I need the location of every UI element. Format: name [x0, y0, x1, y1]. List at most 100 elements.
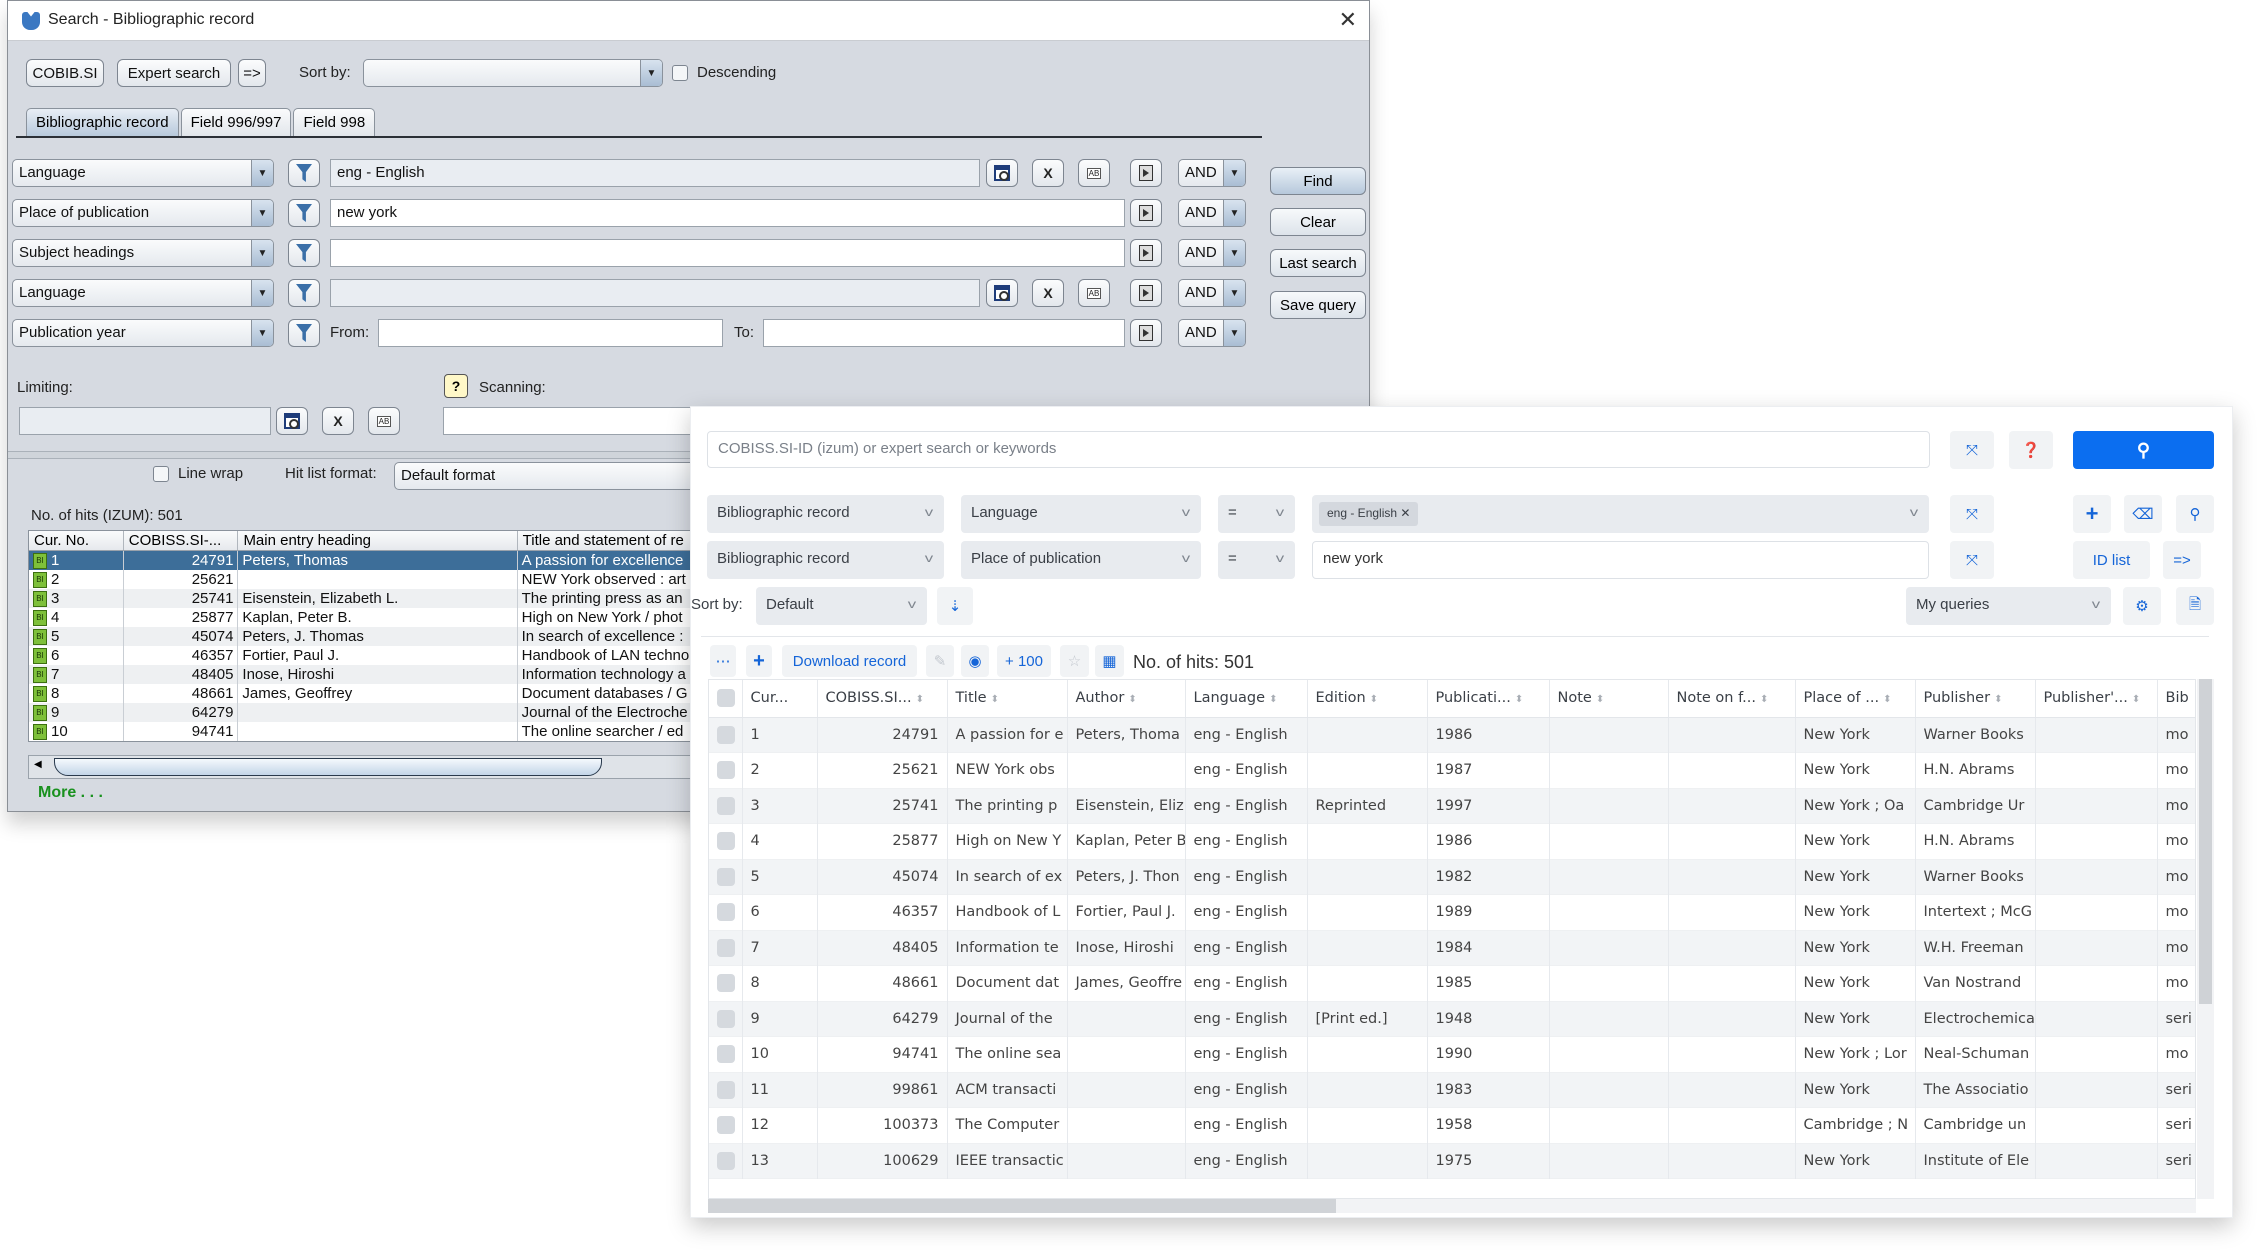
sort-icon[interactable]: ⬍ — [1994, 694, 2002, 705]
table-row[interactable]: 3 25741 The printing p Eisenstein, Eliz eng … — [709, 788, 2195, 824]
sort-icon[interactable]: ⬍ — [2132, 694, 2140, 705]
clear-button[interactable]: Clear — [1270, 208, 1366, 236]
field-select-1[interactable]: Language v — [961, 495, 1201, 533]
operator-select-4[interactable]: AND ▼ — [1178, 279, 1246, 307]
operator-select-3[interactable]: AND ▼ — [1178, 239, 1246, 267]
switch-view-button[interactable]: => — [2163, 541, 2201, 579]
filter-button-1[interactable] — [288, 159, 320, 187]
column-header[interactable]: Language ⬍ — [1185, 680, 1308, 718]
search-button[interactable]: ⚲ — [2073, 431, 2214, 469]
limiting-text-button[interactable]: AB — [368, 407, 400, 435]
row-checkbox[interactable] — [717, 761, 735, 780]
table-row[interactable]: BI 5 45074 Peters, J. Thomas In search of ex… — [29, 627, 727, 646]
columns-button[interactable]: ▦ — [1095, 645, 1124, 677]
table-row[interactable]: BI 9 64279 Journal of the Electroche — [29, 703, 727, 722]
vertical-scrollbar[interactable] — [2197, 679, 2214, 1199]
column-header[interactable]: COBISS.SI-... — [124, 531, 239, 550]
scroll-thumb[interactable] — [708, 1199, 1336, 1213]
row-checkbox[interactable] — [717, 1116, 735, 1135]
row-checkbox[interactable] — [717, 903, 735, 922]
scroll-thumb[interactable] — [2199, 679, 2212, 1004]
truncate-button-2[interactable] — [1130, 199, 1162, 227]
row-checkbox[interactable] — [717, 725, 735, 744]
operator-select-1[interactable]: AND ▼ — [1178, 159, 1246, 187]
row-checkbox[interactable] — [717, 867, 735, 886]
row-checkbox[interactable] — [717, 974, 735, 993]
table-row[interactable]: 5 45074 In search of ex Peters, J. Thon eng … — [709, 859, 2195, 895]
value-input-2[interactable]: new york — [330, 199, 1125, 227]
table-row[interactable]: 12 100373 The Computer eng - English 1958 Cam… — [709, 1107, 2195, 1143]
row-checkbox[interactable] — [717, 796, 735, 815]
text-button-4[interactable]: AB — [1078, 279, 1110, 307]
value-input-3[interactable] — [330, 239, 1125, 267]
row-checkbox[interactable] — [717, 1151, 735, 1170]
table-row[interactable]: BI 6 46357 Fortier, Paul J. Handbook of LAN … — [29, 646, 727, 665]
sort-icon[interactable]: ⬍ — [1269, 694, 1277, 705]
table-row[interactable]: 13 100629 IEEE transactic eng - English 1975… — [709, 1143, 2195, 1179]
column-header[interactable]: Note on f... ⬍ — [1668, 680, 1796, 718]
sort-icon[interactable]: ⬍ — [1883, 694, 1891, 705]
column-header[interactable]: Publicati... ⬍ — [1427, 680, 1550, 718]
column-header[interactable]: Publisher ⬍ — [1915, 680, 2036, 718]
table-row[interactable]: 11 99861 ACM transacti eng - English 1983 New… — [709, 1072, 2195, 1108]
help-icon[interactable]: ? — [444, 374, 468, 398]
operator-select-5[interactable]: AND ▼ — [1178, 319, 1246, 347]
switch-view-button[interactable]: => — [238, 59, 266, 87]
column-header[interactable]: Edition ⬍ — [1307, 680, 1428, 718]
more-actions-button[interactable]: ⋯ — [710, 645, 736, 677]
save-query-button[interactable]: Save query — [1270, 291, 1366, 319]
limiting-clear-button[interactable]: X — [322, 407, 354, 435]
column-header[interactable]: Bib — [2157, 680, 2195, 718]
operator-select-1[interactable]: = v — [1218, 495, 1295, 533]
favorite-button[interactable]: ☆ — [1060, 645, 1089, 677]
expert-search-button[interactable]: Expert search — [117, 59, 231, 87]
cobib-button[interactable]: COBIB.SI — [26, 59, 104, 87]
sort-by-select[interactable]: ▼ — [363, 59, 663, 87]
more-link[interactable]: More . . . — [38, 784, 103, 802]
filter-button-2[interactable] — [288, 199, 320, 227]
settings-button[interactable]: ⚙ — [2123, 587, 2161, 625]
row-checkbox[interactable] — [717, 1080, 735, 1099]
sort-icon[interactable]: ⬍ — [1760, 694, 1768, 705]
scope-select-2[interactable]: Bibliographic record v — [707, 541, 944, 579]
field-select-5[interactable]: Publication year ▼ — [12, 319, 274, 347]
filter-button-5[interactable] — [288, 319, 320, 347]
year-from-input[interactable] — [378, 319, 723, 347]
operator-select-2[interactable]: = v — [1218, 541, 1295, 579]
lookup-button-4[interactable] — [986, 279, 1018, 307]
field-select-2[interactable]: Place of publication ▼ — [12, 199, 274, 227]
preview-button[interactable]: ◉ — [961, 645, 989, 677]
expand-button-2[interactable]: ⤧ — [1950, 541, 1994, 579]
field-select-2[interactable]: Place of publication v — [961, 541, 1201, 579]
filter-button-4[interactable] — [288, 279, 320, 307]
value-input-1[interactable]: eng - English — [330, 159, 980, 187]
sort-icon[interactable]: ⬍ — [916, 694, 924, 705]
row-checkbox[interactable] — [717, 1045, 735, 1064]
find-button[interactable]: Find — [1270, 167, 1366, 195]
field-select-1[interactable]: Language ▼ — [12, 159, 274, 187]
table-row[interactable]: 10 94741 The online sea eng - English 1990 Ne… — [709, 1036, 2195, 1072]
add-button[interactable]: + — [746, 645, 772, 677]
table-row[interactable]: 4 25877 High on New Y Kaplan, Peter Beng - … — [709, 823, 2195, 859]
table-row[interactable]: BI 10 94741 The online searcher / ed — [29, 722, 727, 741]
column-header[interactable]: Cur. No. — [29, 531, 124, 550]
year-to-input[interactable] — [763, 319, 1125, 347]
search-input[interactable]: COBISS.SI-ID (izum) or expert search or … — [707, 431, 1930, 468]
table-row[interactable]: BI 2 25621 NEW York observed : art — [29, 570, 727, 589]
scroll-left-icon[interactable]: ◀ — [34, 759, 42, 770]
scope-select-1[interactable]: Bibliographic record v — [707, 495, 944, 533]
table-row[interactable]: BI 8 48661 James, Geoffrey Document database… — [29, 684, 727, 703]
field-select-4[interactable]: Language ▼ — [12, 279, 274, 307]
truncate-button-1[interactable] — [1130, 159, 1162, 187]
truncate-button-4[interactable] — [1130, 279, 1162, 307]
sort-icon[interactable]: ⬍ — [991, 694, 999, 705]
load-100-button[interactable]: + 100 — [997, 645, 1051, 677]
table-row[interactable]: 9 64279 Journal of the eng - English [Print … — [709, 1001, 2195, 1037]
table-row[interactable]: BI 4 25877 Kaplan, Peter B. High on New York… — [29, 608, 727, 627]
column-header[interactable]: Main entry heading — [238, 531, 518, 550]
expand-button[interactable]: ⤧ — [1950, 431, 1994, 469]
text-button-1[interactable]: AB — [1078, 159, 1110, 187]
table-row[interactable]: BI 3 25741 Eisenstein, Elizabeth L. The prin… — [29, 589, 727, 608]
descending-checkbox[interactable] — [672, 65, 688, 81]
column-header[interactable]: Place of ... ⬍ — [1795, 680, 1916, 718]
